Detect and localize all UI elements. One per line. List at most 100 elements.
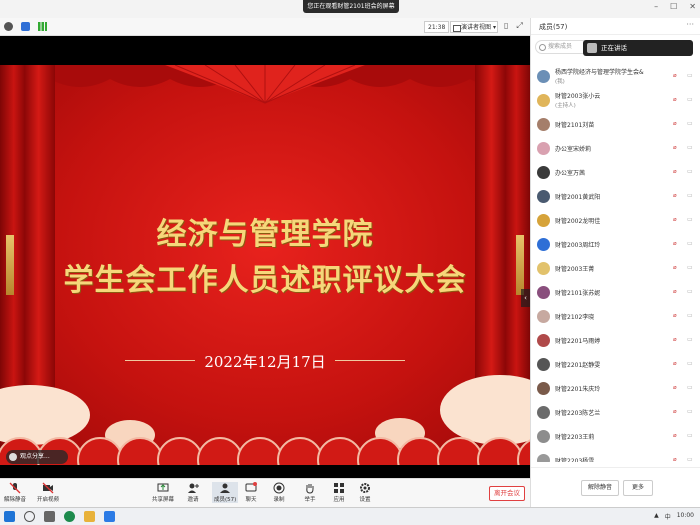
- member-row[interactable]: 办公室万茜 ⌀ ▭: [531, 160, 700, 184]
- member-row[interactable]: 财管2203陈艺兰 ⌀ ▭: [531, 400, 700, 424]
- member-row[interactable]: 财管2003王菁 ⌀ ▭: [531, 256, 700, 280]
- more-options-icon[interactable]: ···: [686, 20, 694, 29]
- camera-off-icon[interactable]: ▭: [687, 408, 693, 416]
- fullscreen-icon[interactable]: ⤢: [516, 21, 522, 31]
- apps-button[interactable]: 应用: [333, 482, 345, 503]
- avatar: [537, 117, 550, 131]
- info-icon[interactable]: [4, 22, 13, 31]
- mic-muted-icon[interactable]: ⌀: [673, 72, 679, 80]
- camera-off-icon[interactable]: ▭: [687, 240, 693, 248]
- mic-muted-icon[interactable]: ⌀: [673, 288, 679, 296]
- windows-start-icon[interactable]: [4, 511, 15, 522]
- edge-browser-icon[interactable]: [64, 511, 75, 522]
- camera-off-icon[interactable]: ▭: [687, 312, 693, 320]
- search-icon[interactable]: [24, 511, 35, 522]
- member-row[interactable]: 财管2203杨雪 ⌀ ▭: [531, 448, 700, 462]
- camera-off-icon[interactable]: ▭: [687, 384, 693, 392]
- member-row[interactable]: 杨西学院经济与管理学院学生会& (我) ⌀ ▭: [531, 64, 700, 88]
- avatar: [537, 69, 550, 83]
- language-indicator[interactable]: 中: [665, 512, 671, 521]
- mic-muted-icon[interactable]: ⌀: [673, 384, 679, 392]
- chevron-down-icon: ▾: [492, 24, 496, 31]
- shared-screen-stage[interactable]: 经济与管理学院 学生会工作人员述职评议大会 2022年12月17日 观点分享..…: [0, 36, 530, 478]
- share-banner[interactable]: 您正在观看财管2101班会的屏幕: [303, 0, 399, 13]
- status-icons: [4, 22, 47, 31]
- search-row: 搜索成员 正在讲话: [535, 40, 697, 56]
- start-video-button[interactable]: 开启视频: [37, 482, 59, 503]
- meeting-timer: 21:38: [424, 21, 450, 33]
- members-icon: [220, 483, 231, 493]
- mic-muted-icon[interactable]: ⌀: [673, 336, 679, 344]
- mic-muted-icon[interactable]: ⌀: [673, 264, 679, 272]
- layout-icon[interactable]: ▯: [504, 21, 508, 31]
- member-row[interactable]: 财管2003张小云 (主持人) ⌀ ▭: [531, 88, 700, 112]
- network-icon[interactable]: ▲: [654, 512, 659, 521]
- signal-icon[interactable]: [38, 22, 47, 31]
- member-row[interactable]: 财管2201朱庆玲 ⌀ ▭: [531, 376, 700, 400]
- mic-muted-icon[interactable]: ⌀: [673, 240, 679, 248]
- share-screen-button[interactable]: 共享屏幕: [152, 482, 174, 503]
- camera-off-icon[interactable]: ▭: [687, 360, 693, 368]
- camera-off-icon[interactable]: ▭: [687, 288, 693, 296]
- camera-off-icon[interactable]: ▭: [687, 72, 693, 80]
- mic-muted-icon[interactable]: ⌀: [673, 192, 679, 200]
- camera-off-icon[interactable]: ▭: [687, 456, 693, 462]
- camera-off-icon[interactable]: ▭: [687, 192, 693, 200]
- settings-button[interactable]: 设置: [359, 482, 371, 503]
- unmute-all-button[interactable]: 解除静音: [581, 480, 619, 496]
- member-row[interactable]: 财管2203王莉 ⌀ ▭: [531, 424, 700, 448]
- camera-off-icon[interactable]: ▭: [687, 216, 693, 224]
- camera-off-icon[interactable]: ▭: [687, 120, 693, 128]
- view-mode-dropdown[interactable]: 演讲者视图 ▾: [450, 21, 498, 33]
- mic-muted-icon[interactable]: ⌀: [673, 96, 679, 104]
- meeting-app-icon[interactable]: [104, 511, 115, 522]
- file-explorer-icon[interactable]: [84, 511, 95, 522]
- apps-label: 应用: [333, 497, 345, 503]
- camera-off-icon[interactable]: ▭: [687, 144, 693, 152]
- clock[interactable]: 10:00: [677, 512, 694, 521]
- camera-off-icon[interactable]: ▭: [687, 264, 693, 272]
- mic-muted-icon[interactable]: ⌀: [673, 144, 679, 152]
- mic-muted-icon[interactable]: ⌀: [673, 312, 679, 320]
- add-user-icon: [188, 483, 199, 493]
- camera-off-icon[interactable]: ▭: [687, 432, 693, 440]
- mic-muted-icon[interactable]: ⌀: [673, 120, 679, 128]
- raise-hand-button[interactable]: 举手: [304, 482, 316, 503]
- maximize-button[interactable]: ☐: [670, 2, 677, 11]
- close-button[interactable]: ✕: [689, 2, 696, 11]
- member-row[interactable]: 财管2101刘苗 ⌀ ▭: [531, 112, 700, 136]
- mic-muted-icon[interactable]: ⌀: [673, 408, 679, 416]
- more-button[interactable]: 更多: [623, 480, 653, 496]
- member-row[interactable]: 财管2003周红玲 ⌀ ▭: [531, 232, 700, 256]
- member-row[interactable]: 财管2101张苏妮 ⌀ ▭: [531, 280, 700, 304]
- member-row[interactable]: 办公室宋娇莉 ⌀ ▭: [531, 136, 700, 160]
- system-tray: ▲ 中 10:00: [654, 512, 694, 521]
- window-titlebar: 您正在观看财管2101班会的屏幕 – ☐ ✕: [0, 0, 700, 18]
- mic-muted-icon[interactable]: ⌀: [673, 168, 679, 176]
- mic-muted-icon[interactable]: ⌀: [673, 456, 679, 462]
- avatar: [537, 357, 550, 371]
- unmute-button[interactable]: 解除静音: [4, 482, 26, 503]
- record-button[interactable]: 录制: [273, 482, 285, 503]
- member-row[interactable]: 财管2001黄武阳 ⌀ ▭: [531, 184, 700, 208]
- camera-off-icon[interactable]: ▭: [687, 336, 693, 344]
- leave-meeting-button[interactable]: 离开会议: [489, 486, 525, 501]
- member-row[interactable]: 财管2102李晓 ⌀ ▭: [531, 304, 700, 328]
- collapse-panel-arrow[interactable]: ‹: [521, 289, 530, 307]
- camera-off-icon[interactable]: ▭: [687, 168, 693, 176]
- invite-button[interactable]: 邀请: [187, 482, 199, 503]
- member-row[interactable]: 财管2002龙明佳 ⌀ ▭: [531, 208, 700, 232]
- active-speaker-tag[interactable]: 观点分享...: [6, 450, 68, 464]
- view-mode-label: 演讲者视图: [461, 24, 492, 31]
- mic-muted-icon[interactable]: ⌀: [673, 360, 679, 368]
- shield-icon[interactable]: [21, 22, 30, 31]
- member-row[interactable]: 财管2201马雨婷 ⌀ ▭: [531, 328, 700, 352]
- minimize-button[interactable]: –: [654, 2, 658, 11]
- mic-muted-icon[interactable]: ⌀: [673, 432, 679, 440]
- chat-button[interactable]: 聊天: [245, 482, 257, 503]
- mic-muted-icon[interactable]: ⌀: [673, 216, 679, 224]
- task-view-icon[interactable]: [44, 511, 55, 522]
- member-row[interactable]: 财管2201赵静雯 ⌀ ▭: [531, 352, 700, 376]
- camera-off-icon[interactable]: ▭: [687, 96, 693, 104]
- members-button[interactable]: 成员(57): [212, 482, 239, 503]
